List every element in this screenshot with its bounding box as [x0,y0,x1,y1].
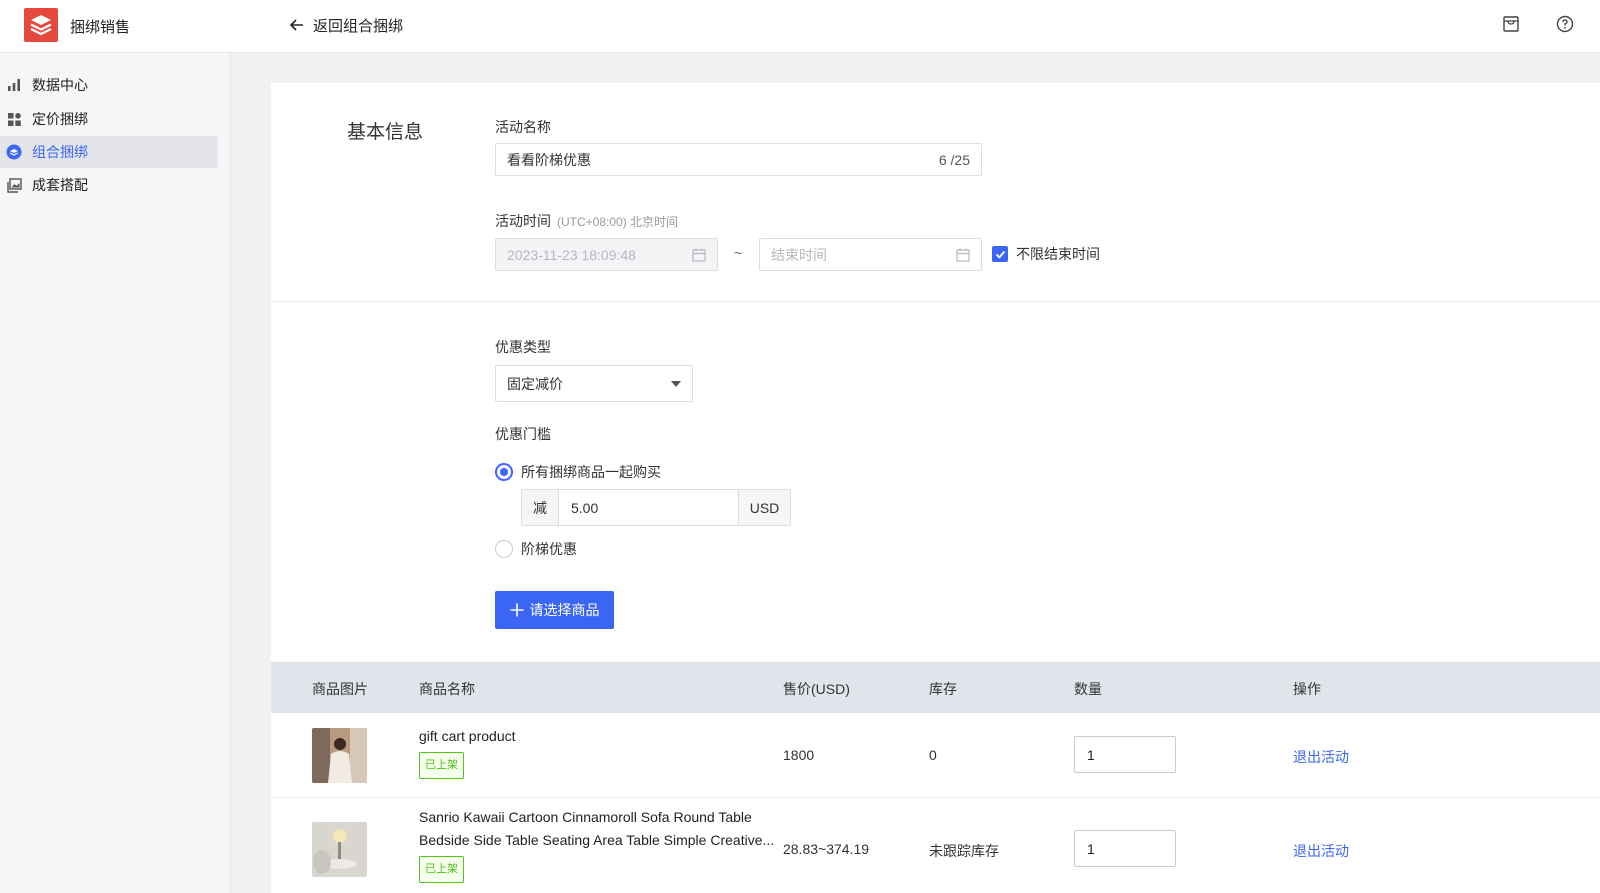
radio-tiered-discount[interactable]: 阶梯优惠 [495,539,577,559]
plus-icon [510,603,523,617]
status-badge: 已上架 [419,752,464,779]
bar-chart-icon [6,77,22,93]
product-thumbnail [312,822,367,877]
sidebar: 数据中心 定价捆绑 组合捆绑 成套搭配 [0,53,231,893]
column-header-name: 商品名称 [419,681,475,697]
currency-suffix: USD [738,490,790,525]
checkbox-checked-icon [992,246,1008,262]
product-thumbnail [312,728,367,783]
start-time-input: 2023-11-23 18:09:48 [495,238,718,271]
store-icon[interactable] [1502,15,1522,35]
product-stock: 未跟踪库存 [929,843,999,859]
discount-type-label: 优惠类型 [495,339,551,355]
radio-unselected-icon [495,540,513,558]
product-name: gift cart product 已上架 [419,725,781,779]
sidebar-item-data-center[interactable]: 数据中心 [0,69,218,101]
quantity-input[interactable]: 1 [1074,736,1176,773]
sidebar-item-label: 定价捆绑 [32,111,88,127]
column-header-image: 商品图片 [312,681,368,697]
sidebar-item-combo-bundle[interactable]: 组合捆绑 [0,136,218,168]
layers-icon [6,144,22,160]
end-time-input[interactable]: 结束时间 [759,238,982,271]
exit-activity-link[interactable]: 退出活动 [1293,747,1349,767]
activity-name-input[interactable]: 看看阶梯优惠 6 /25 [495,143,982,176]
end-time-placeholder: 结束时间 [771,246,827,263]
sidebar-item-label: 成套搭配 [32,177,88,193]
sidebar-item-label: 数据中心 [32,77,88,93]
back-label: 返回组合捆绑 [313,17,404,35]
section-title: 基本信息 [347,122,424,143]
select-products-button[interactable]: 请选择商品 [495,591,614,629]
app-logo-icon [24,8,58,42]
quantity-input[interactable]: 1 [1074,830,1176,867]
exit-activity-link[interactable]: 退出活动 [1293,841,1349,861]
radio-tiered-label: 阶梯优惠 [521,541,577,557]
discount-threshold-label: 优惠门槛 [495,426,551,442]
range-separator: ~ [734,245,743,261]
discount-amount-group: 减 5.00 USD [521,489,791,526]
app-title: 捆绑销售 [70,19,131,36]
table-row: gift cart product 已上架 1800 0 1 退出活动 [271,713,1600,798]
table-row: Sanrio Kawaii Cartoon Cinnamoroll Sofa R… [271,798,1600,893]
discount-type-value: 固定减价 [507,375,563,392]
back-to-bundles-button[interactable]: 返回组合捆绑 [289,14,403,36]
arrow-left-icon [289,19,303,31]
product-table-header: 商品图片 商品名称 售价(USD) 库存 数量 操作 [271,662,1600,713]
image-stack-icon [6,177,22,193]
activity-time-label-text: 活动时间 [495,213,551,229]
product-name-text: Sanrio Kawaii Cartoon Cinnamoroll Sofa R… [419,809,775,848]
product-name: Sanrio Kawaii Cartoon Cinnamoroll Sofa R… [419,806,781,883]
minus-prefix: 减 [522,490,559,525]
column-header-quantity: 数量 [1074,681,1102,697]
top-bar: 捆绑销售 返回组合捆绑 [0,0,1600,53]
no-end-time-checkbox[interactable]: 不限结束时间 [992,244,1100,264]
no-end-time-label: 不限结束时间 [1016,246,1100,262]
discount-type-select[interactable]: 固定减价 [495,365,693,402]
activity-name-label: 活动名称 [495,119,551,135]
product-price: 1800 [783,747,815,763]
start-time-value: 2023-11-23 18:09:48 [507,246,636,263]
radio-all-products[interactable]: 所有捆绑商品一起购买 [495,462,661,482]
activity-time-label: 活动时间 (UTC+08:00) 北京时间 [495,211,678,231]
product-stock: 0 [929,747,937,763]
help-icon[interactable] [1556,15,1576,35]
select-products-label: 请选择商品 [529,602,600,618]
activity-name-value: 看看阶梯优惠 [507,151,591,168]
grid-icon [6,111,22,127]
product-price: 28.83~374.19 [783,841,870,857]
column-header-price: 售价(USD) [783,681,850,697]
sidebar-item-label: 组合捆绑 [32,144,88,160]
calendar-icon [956,248,970,262]
radio-all-products-label: 所有捆绑商品一起购买 [521,464,661,480]
radio-selected-icon [495,463,513,481]
char-counter: 6 /25 [938,151,970,168]
column-header-action: 操作 [1293,681,1321,697]
product-name-text: gift cart product [419,728,516,744]
calendar-icon [692,248,706,262]
column-header-stock: 库存 [929,681,957,697]
discount-amount-input[interactable]: 5.00 [559,490,738,525]
main-panel: 基本信息 活动名称 看看阶梯优惠 6 /25 活动时间 (UTC+08:00) 北… [271,83,1600,893]
caret-down-icon [671,380,681,387]
sidebar-item-set-matching[interactable]: 成套搭配 [0,169,218,201]
sidebar-item-pricing-bundle[interactable]: 定价捆绑 [0,103,218,135]
status-badge: 已上架 [419,856,464,883]
timezone-hint: (UTC+08:00) 北京时间 [557,215,679,229]
section-divider [271,301,1600,302]
